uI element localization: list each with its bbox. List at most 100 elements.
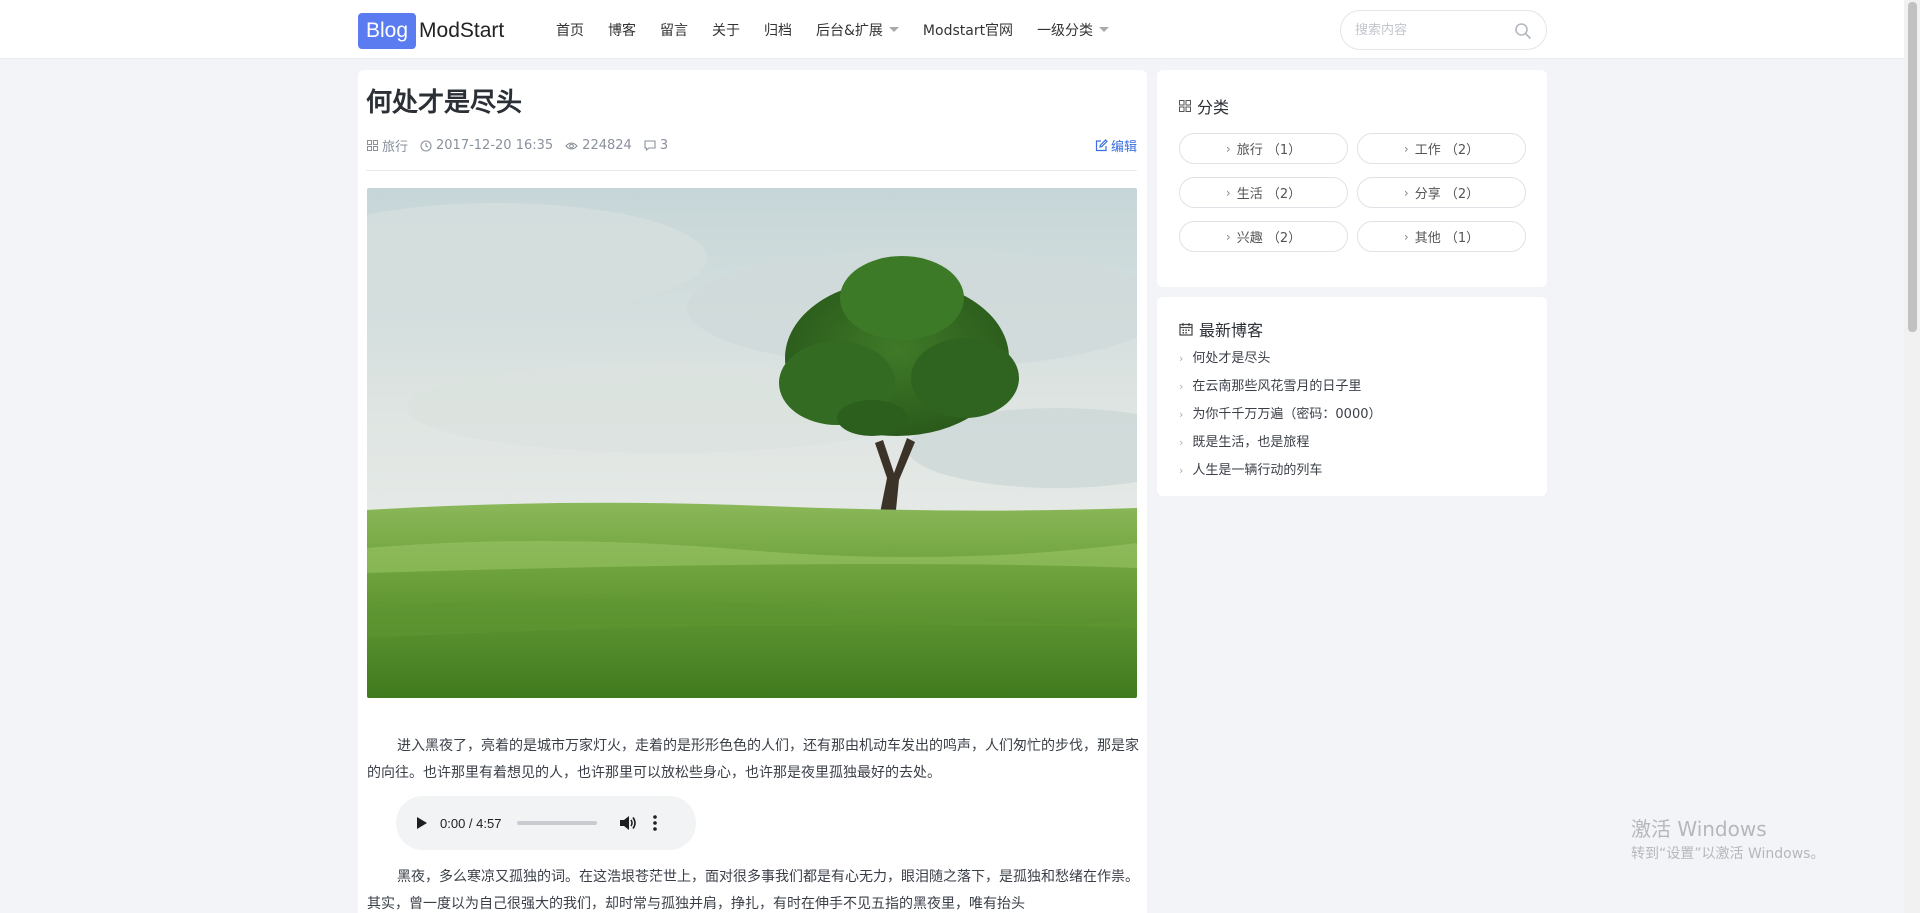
calendar-icon: [1179, 323, 1193, 336]
recent-post-title: 何处才是尽头: [1192, 351, 1271, 366]
search-input[interactable]: [1355, 20, 1505, 40]
recent-post-title: 人生是一辆行动的列车: [1192, 463, 1323, 478]
caret-down-icon: [1099, 27, 1110, 32]
chevron-right-icon: ›: [1403, 185, 1409, 200]
grid-icon: [1179, 100, 1191, 112]
article-paragraph: 进入黑夜了，亮着的是城市万家灯火，走着的是形形色色的人们，还有那由机动车发出的鸣…: [367, 738, 1139, 781]
recent-posts-title-label: 最新博客: [1199, 321, 1264, 340]
meta-comments-count: 3: [659, 138, 669, 153]
audio-player: 0:00 / 4:57: [396, 796, 696, 850]
watermark-line2: 转到“设置”以激活 Windows。: [1631, 846, 1825, 862]
windows-activation-watermark: 激活 Windows 转到“设置”以激活 Windows。: [1631, 816, 1824, 864]
clock-icon: [420, 139, 432, 152]
category-label: 工作 （2）: [1414, 143, 1480, 158]
recent-post-item[interactable]: › 在云南那些风花雪月的日子里: [1179, 373, 1382, 401]
watermark-line1: 激活 Windows: [1631, 817, 1767, 841]
comment-icon: [644, 140, 656, 151]
more-options-icon[interactable]: [653, 815, 658, 831]
nav-item-category-dropdown[interactable]: 一级分类: [1037, 20, 1110, 40]
nav-label: 博客: [608, 22, 636, 39]
volume-icon[interactable]: [619, 815, 637, 831]
nav-item-blog[interactable]: 博客: [608, 20, 636, 40]
category-label: 兴趣 （2）: [1236, 231, 1302, 246]
chevron-right-icon: ›: [1225, 229, 1231, 244]
category-label: 分享 （2）: [1414, 187, 1480, 202]
nav-item-home[interactable]: 首页: [556, 20, 584, 40]
meta-comments: 3: [644, 138, 668, 153]
chevron-right-icon: ›: [1179, 380, 1184, 393]
nav-label: 一级分类: [1037, 22, 1094, 39]
category-label: 生活 （2）: [1236, 187, 1302, 202]
meta-category-label: 旅行: [382, 140, 409, 155]
chevron-right-icon: ›: [1403, 141, 1409, 156]
category-pill-work[interactable]: › 工作 （2）: [1357, 133, 1526, 164]
category-pill-life[interactable]: › 生活 （2）: [1179, 177, 1348, 208]
category-label: 其他 （1）: [1414, 231, 1480, 246]
recent-post-item[interactable]: › 人生是一辆行动的列车: [1179, 457, 1382, 485]
chevron-right-icon: ›: [1179, 464, 1184, 477]
meta-datetime: 2017-12-20 16:35: [420, 138, 553, 153]
edit-button[interactable]: 编辑: [1095, 136, 1137, 155]
recent-posts-list: › 何处才是尽头 › 在云南那些风花雪月的日子里 › 为你千千万万遍（密码：0000）…: [1179, 345, 1382, 485]
page-scrollbar[interactable]: [1904, 0, 1920, 913]
meta-category[interactable]: 旅行: [367, 136, 408, 155]
top-navbar: Blog ModStart 首页 博客 留言 关于 归档 后台&扩展 Modst…: [0, 0, 1904, 59]
recent-post-title: 为你千千万万遍（密码：0000）: [1192, 407, 1382, 422]
caret-down-icon: [888, 27, 899, 32]
nav-item-message[interactable]: 留言: [660, 20, 688, 40]
recent-post-item[interactable]: › 为你千千万万遍（密码：0000）: [1179, 401, 1382, 429]
chevron-right-icon: ›: [1179, 436, 1184, 449]
meta-datetime-label: 2017-12-20 16:35: [436, 138, 554, 153]
nav-label: 归档: [764, 22, 792, 39]
nav-label: Modstart官网: [922, 22, 1014, 39]
site-logo[interactable]: Blog ModStart: [358, 13, 504, 49]
recent-posts-card: 最新博客 › 何处才是尽头 › 在云南那些风花雪月的日子里 › 为你千千万万遍（密码：…: [1157, 297, 1547, 496]
meta-views: 224824: [565, 138, 632, 153]
nav-label: 关于: [712, 22, 740, 39]
recent-post-title: 在云南那些风花雪月的日子里: [1192, 379, 1362, 394]
recent-posts-title: 最新博客: [1179, 317, 1263, 341]
search-icon[interactable]: [1514, 22, 1532, 40]
meta-views-count: 224824: [582, 138, 632, 153]
main-nav: 首页 博客 留言 关于 归档 后台&扩展 Modstart官网 一级分类: [556, 0, 1133, 59]
edit-icon: [1095, 139, 1108, 152]
recent-post-item[interactable]: › 何处才是尽头: [1179, 345, 1382, 373]
chevron-right-icon: ›: [1403, 229, 1409, 244]
eye-icon: [565, 141, 578, 150]
article-paragraph: 黑夜，多么寒凉又孤独的词。在这浩垠苍茫世上，面对很多事我们都是有心无力，眼泪随之…: [367, 869, 1139, 912]
category-pill-hobby[interactable]: › 兴趣 （2）: [1179, 221, 1348, 252]
scrollbar-thumb[interactable]: [1908, 2, 1917, 332]
article-cover-image: [367, 188, 1137, 698]
category-pill-share[interactable]: › 分享 （2）: [1357, 177, 1526, 208]
logo-text: ModStart: [419, 19, 505, 42]
category-pill-other[interactable]: › 其他 （1）: [1357, 221, 1526, 252]
nav-label: 留言: [660, 22, 688, 39]
recent-post-title: 既是生活，也是旅程: [1192, 435, 1310, 450]
categories-card: 分类 › 旅行 （1） › 工作 （2） › 生活 （2） › 分享 （2） › 兴趣 （…: [1157, 70, 1547, 287]
categories-title: 分类: [1179, 94, 1229, 118]
chevron-right-icon: ›: [1179, 408, 1184, 421]
nav-item-official-site[interactable]: Modstart官网: [923, 20, 1013, 40]
nav-item-archive[interactable]: 归档: [764, 20, 792, 40]
chevron-right-icon: ›: [1179, 352, 1184, 365]
logo-badge: Blog: [358, 13, 417, 49]
category-label: 旅行 （1）: [1236, 143, 1302, 158]
edit-label: 编辑: [1110, 140, 1137, 155]
nav-label: 首页: [556, 22, 584, 39]
nav-item-admin-dropdown[interactable]: 后台&扩展: [816, 20, 899, 40]
article-card: 何处才是尽头 旅行 2017-12-20 16:35 224824 3 编辑 进…: [358, 70, 1147, 913]
recent-post-item[interactable]: › 既是生活，也是旅程: [1179, 429, 1382, 457]
audio-time: 0:00 / 4:57: [440, 815, 502, 831]
categories-title-label: 分类: [1197, 98, 1230, 117]
category-pill-travel[interactable]: › 旅行 （1）: [1179, 133, 1348, 164]
nav-item-about[interactable]: 关于: [712, 20, 740, 40]
article-title: 何处才是尽头: [366, 88, 523, 118]
nav-label: 后台&扩展: [816, 22, 883, 39]
play-icon[interactable]: [416, 816, 428, 830]
article-meta: 旅行 2017-12-20 16:35 224824 3: [367, 136, 680, 155]
chevron-right-icon: ›: [1225, 185, 1231, 200]
audio-progress-bar[interactable]: [517, 821, 598, 825]
grid-icon: [367, 140, 378, 151]
chevron-right-icon: ›: [1225, 141, 1231, 156]
meta-divider: [366, 170, 1137, 171]
